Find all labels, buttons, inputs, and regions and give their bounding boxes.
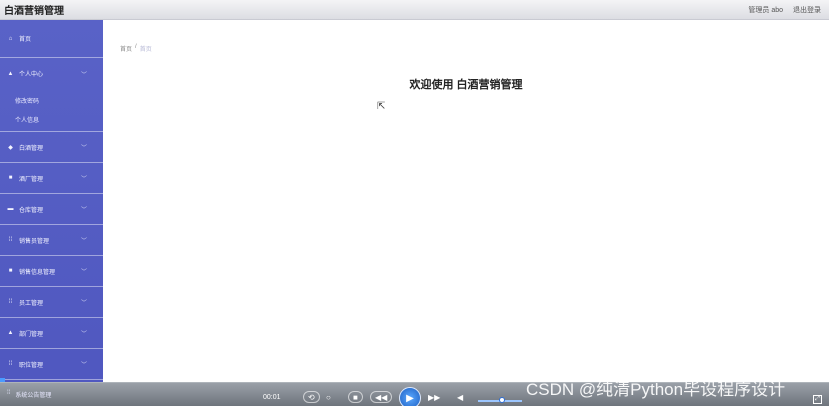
sidebar-item-label: 白酒管理 — [19, 145, 44, 152]
sidebar-subitem-profile[interactable]: 个人信息 — [0, 110, 103, 129]
sidebar-item-salesperson[interactable]: ⁞⁞ 销售员管理 ﹀ — [0, 225, 103, 256]
chevron-down-icon: ﹀ — [80, 176, 87, 183]
current-user[interactable]: 管理员 abo — [748, 5, 783, 15]
sidebar-item-employee[interactable]: ⁞⁞ 员工管理 ﹀ — [0, 287, 103, 318]
sidebar-item-label: 个人中心 — [19, 72, 44, 78]
loop-icon[interactable]: ⟲ — [303, 391, 320, 403]
volume-slider-handle[interactable] — [499, 397, 505, 403]
sidebar-item-home[interactable]: ⌂ 首页 — [0, 20, 103, 58]
box-icon: ■ — [8, 175, 13, 181]
grid-icon: ⁞⁞ — [8, 361, 13, 367]
sidebar-item-label: 首页 — [19, 37, 32, 43]
breadcrumb: 首页 / 首页 — [120, 44, 152, 53]
home-icon: ⌂ — [8, 35, 13, 42]
chevron-down-icon: ﹀ — [80, 300, 87, 307]
play-button[interactable]: ▶ — [399, 387, 421, 406]
sidebar-item-label: 部门管理 — [19, 331, 44, 338]
volume-icon[interactable]: ◀ — [457, 391, 463, 403]
sidebar: ⌂ 首页 ▲ 个人中心 ﹀ 修改密码 个人信息 ◆ 白酒管理 ﹀ ■ 酒厂管理 … — [0, 20, 103, 406]
playback-time: 00:01 — [263, 394, 281, 401]
main-content: 首页 / 首页 欢迎使用 白酒营销管理 ⇱ — [103, 20, 829, 406]
doc-icon: ■ — [8, 268, 13, 274]
chevron-down-icon: ﹀ — [80, 207, 87, 214]
breadcrumb-current: 首页 — [139, 47, 152, 53]
grid-icon: ⁞⁞ — [8, 237, 13, 243]
rewind-icon[interactable]: ◀◀ — [370, 391, 393, 403]
sidebar-item-department[interactable]: ▲ 部门管理 ﹀ — [0, 318, 103, 349]
grid-icon: ⁞⁞ — [8, 299, 13, 305]
welcome-heading: 欢迎使用 白酒营销管理 — [409, 79, 523, 91]
chevron-down-icon: ﹀ — [80, 238, 87, 245]
sidebar-item-label: 系统公告管理 — [15, 393, 52, 399]
sidebar-item-notice[interactable]: ⁞⁞ 系统公告管理 — [7, 390, 51, 399]
header-actions: 管理员 abo 退出登录 — [748, 5, 821, 15]
fullscreen-icon[interactable]: ⤢ — [813, 395, 822, 404]
sidebar-item-label: 职位管理 — [19, 362, 44, 369]
sidebar-subitem-change-password[interactable]: 修改密码 — [0, 91, 103, 110]
chevron-down-icon: ﹀ — [80, 269, 87, 276]
lock-icon: ◆ — [8, 144, 13, 151]
logout-link[interactable]: 退出登录 — [793, 5, 821, 15]
chevron-down-icon: ﹀ — [80, 331, 87, 338]
fast-forward-icon[interactable]: ▶▶ — [428, 391, 440, 403]
top-header: 白酒营销管理 管理员 abo 退出登录 — [0, 0, 829, 20]
sidebar-item-label: 销售信息管理 — [19, 269, 56, 276]
sidebar-item-baijiu[interactable]: ◆ 白酒管理 ﹀ — [0, 132, 103, 163]
watermark-text: CSDN @纯清Python毕设程序设计 — [526, 380, 786, 399]
sidebar-item-label: 酒厂管理 — [19, 176, 44, 183]
list-icon: ▬ — [7, 206, 14, 212]
sidebar-item-label: 员工管理 — [19, 300, 44, 307]
sidebar-item-label: 销售员管理 — [19, 238, 50, 245]
refresh-icon[interactable]: ○ — [326, 391, 331, 403]
sidebar-item-warehouse[interactable]: ▬ 仓库管理 ﹀ — [0, 194, 103, 225]
stop-icon[interactable]: ■ — [348, 391, 363, 403]
user-icon: ▲ — [7, 70, 14, 77]
chevron-down-icon: ﹀ — [80, 72, 87, 78]
sidebar-item-personal-center[interactable]: ▲ 个人中心 ﹀ — [0, 58, 103, 89]
mouse-cursor-icon: ⇱ — [377, 101, 386, 112]
breadcrumb-separator: / — [135, 44, 137, 50]
grid-icon: ⁞⁞ — [7, 390, 11, 396]
sidebar-item-label: 仓库管理 — [19, 207, 44, 214]
sidebar-item-position[interactable]: ⁞⁞ 职位管理 ﹀ — [0, 349, 103, 380]
breadcrumb-root[interactable]: 首页 — [120, 44, 132, 53]
chevron-down-icon: ﹀ — [80, 145, 87, 152]
chevron-down-icon: ﹀ — [80, 362, 87, 369]
sidebar-item-distillery[interactable]: ■ 酒厂管理 ﹀ — [0, 163, 103, 194]
app-title: 白酒营销管理 — [4, 6, 64, 17]
user-icon: ▲ — [7, 330, 14, 336]
sidebar-submenu: 修改密码 个人信息 — [0, 89, 103, 132]
sidebar-item-sales-info[interactable]: ■ 销售信息管理 ﹀ — [0, 256, 103, 287]
